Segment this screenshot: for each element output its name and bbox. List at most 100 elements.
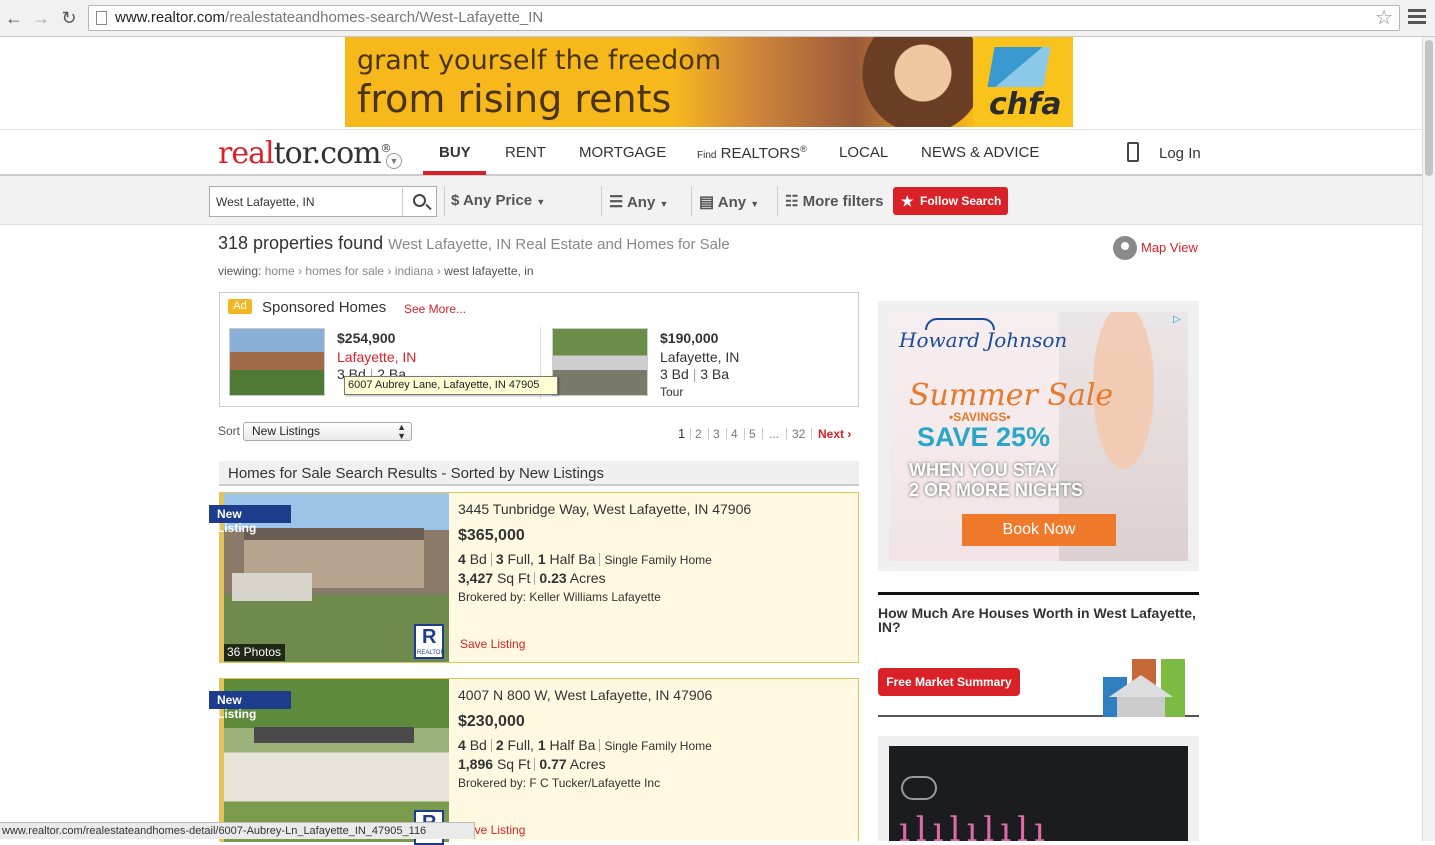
tour-label: Tour — [660, 385, 684, 399]
owl-icon — [901, 776, 937, 800]
browser-status-bar: www.realtor.com/realestateandhomes-detai… — [0, 822, 475, 839]
search-icon — [413, 194, 426, 207]
listing-size: 3,427 Sq Ft 0.23 Acres — [458, 570, 606, 586]
price-filter[interactable]: $ Any Price ▼ — [451, 192, 545, 209]
address-bar[interactable]: www.realtor.com/realestateandhomes-searc… — [88, 5, 1400, 31]
new-listing-badge: New Listing — [209, 505, 291, 535]
map-pin-icon — [1113, 236, 1137, 260]
sort-select[interactable]: New Listings ▲ ▼ — [243, 422, 412, 441]
scroll-thumb[interactable] — [1425, 40, 1433, 176]
page-ellipsis: ... — [769, 427, 780, 441]
reload-icon[interactable]: ↻ — [59, 8, 79, 28]
ad-save: SAVE 25% — [917, 422, 1051, 452]
nav-mortgage[interactable]: MORTGAGE — [579, 144, 666, 161]
nav-local[interactable]: LOCAL — [839, 144, 888, 161]
adchoices-icon[interactable]: ▷ — [1173, 314, 1186, 327]
more-filters-button[interactable]: ☷ More filters — [785, 192, 883, 210]
page-1[interactable]: 1 — [678, 426, 685, 441]
search-button[interactable] — [402, 186, 437, 217]
sponsored-price-1[interactable]: $254,900 — [337, 330, 395, 346]
sponsored-location-1[interactable]: Lafayette, IN — [337, 349, 416, 365]
mobile-phone-icon[interactable] — [1127, 142, 1139, 162]
page-32[interactable]: 32 — [792, 427, 805, 441]
howard-johnson-logo: Howard Johnson — [899, 328, 1068, 352]
listing-price[interactable]: $365,000 — [458, 527, 525, 545]
page-2[interactable]: 2 — [695, 427, 702, 441]
side-ad-bottom[interactable]: ılılılılı — [878, 736, 1199, 841]
realtor-logo[interactable]: realtor.com® — [218, 136, 392, 171]
results-list-header: Homes for Sale Search Results - Sorted b… — [219, 461, 859, 486]
breadcrumb-current: west lafayette, in — [444, 264, 534, 278]
select-arrows-icon: ▲ ▼ — [397, 422, 406, 441]
see-more-link[interactable]: See More... — [404, 302, 466, 316]
side-ad-howard-johnson[interactable]: Howard Johnson ▷ Summer Sale •SAVINGS• S… — [878, 301, 1199, 571]
nav-find-realtors[interactable]: Find REALTORS® — [697, 144, 807, 162]
star-icon: ★ — [901, 193, 914, 209]
page-scrollbar[interactable] — [1422, 37, 1435, 841]
chevron-down-icon[interactable]: ▼ — [386, 153, 402, 169]
ad-badge: Ad — [228, 299, 252, 314]
neon-graphic: ılılılılı — [899, 810, 1051, 841]
house-chart-icon — [1103, 657, 1187, 717]
ad-condition: WHEN YOU STAY 2 OR MORE NIGHTS — [909, 460, 1084, 500]
ad-photo — [845, 37, 975, 127]
sponsored-photo-2[interactable] — [552, 328, 648, 396]
site-header: realtor.com® ▼ BUY RENT MORTGAGE Find RE… — [0, 129, 1422, 176]
bookmark-star-icon[interactable]: ☆ — [1375, 6, 1393, 30]
home-value-title: How Much Are Houses Worth in West Lafaye… — [878, 605, 1196, 635]
breadcrumb-homes-for-sale[interactable]: homes for sale — [305, 264, 384, 278]
sponsored-title: Sponsored Homes — [262, 299, 387, 316]
home-value-widget: How Much Are Houses Worth in West Lafaye… — [878, 592, 1199, 717]
sponsored-photo-1[interactable] — [229, 328, 325, 396]
listing-card[interactable]: New Listing R 4007 N 800 W, West Lafayet… — [209, 678, 859, 845]
follow-search-button[interactable]: ★ Follow Search — [893, 187, 1008, 215]
url-host: www.realtor.com — [115, 9, 226, 26]
sponsored-price-2[interactable]: $190,000 — [660, 330, 718, 346]
sponsored-location-2[interactable]: Lafayette, IN — [660, 349, 739, 365]
nav-rent[interactable]: RENT — [505, 144, 546, 161]
save-listing-link[interactable]: Save Listing — [460, 637, 525, 651]
back-arrow-icon[interactable]: ← — [4, 8, 24, 28]
search-filter-bar: West Lafayette, IN $ Any Price ▼ ☰ Any ▼… — [0, 176, 1422, 225]
browser-toolbar: ← → ↻ www.realtor.com/realestateandhomes… — [0, 0, 1435, 37]
listing-card[interactable]: New Listing 36 Photos R REALTOR 3445 Tunb… — [209, 492, 859, 663]
photo-count[interactable]: 36 Photos — [224, 644, 285, 661]
free-market-summary-button[interactable]: Free Market Summary — [878, 668, 1020, 696]
next-page-link[interactable]: Next › — [818, 427, 851, 441]
nav-news-advice[interactable]: NEWS & ADVICE — [921, 144, 1039, 161]
beds-filter[interactable]: ☰ Any ▼ — [609, 192, 668, 212]
nav-buy[interactable]: BUY — [439, 144, 471, 161]
sponsored-specs-2: 3 Bd | 3 Ba — [660, 366, 730, 382]
page-icon — [96, 11, 107, 25]
url-path: /realestateandhomes-search/West-Lafayett… — [225, 9, 544, 26]
bed-icon: ☰ — [609, 194, 624, 211]
book-now-button[interactable]: Book Now — [962, 514, 1116, 546]
ad-headline-2: from rising rents — [357, 77, 672, 121]
ad-headline-1: grant yourself the freedom — [357, 45, 722, 76]
listing-price[interactable]: $230,000 — [458, 713, 525, 731]
new-listing-badge: New Listing — [209, 691, 291, 721]
ad-headline: Summer Sale — [909, 378, 1114, 413]
breadcrumb-indiana[interactable]: indiana — [395, 264, 434, 278]
nav-active-indicator — [423, 171, 486, 175]
listing-beds-baths: 4 Bd 2 Full, 1 Half Ba Single Family Home — [458, 737, 712, 753]
sliders-icon: ☷ — [785, 193, 799, 210]
listing-address[interactable]: 3445 Tunbridge Way, West Lafayette, IN 4… — [458, 501, 751, 517]
page-3[interactable]: 3 — [713, 427, 720, 441]
realtor-r-icon: R REALTOR — [414, 624, 445, 659]
sort-label: Sort — [218, 424, 241, 438]
listing-address[interactable]: 4007 N 800 W, West Lafayette, IN 47906 — [458, 687, 712, 703]
listing-beds-baths: 4 Bd 3 Full, 1 Half Ba Single Family Home — [458, 551, 712, 567]
browser-menu-icon[interactable] — [1408, 9, 1426, 27]
top-banner-ad[interactable]: grant yourself the freedom from rising r… — [345, 37, 1073, 127]
page-4[interactable]: 4 — [731, 427, 738, 441]
bath-icon: ▤ — [699, 194, 715, 211]
baths-filter[interactable]: ▤ Any ▼ — [699, 192, 759, 212]
listing-broker: Brokered by: Keller Williams Lafayette — [458, 590, 661, 604]
listing-size: 1,896 Sq Ft 0.77 Acres — [458, 756, 606, 772]
breadcrumb-home[interactable]: home — [265, 264, 295, 278]
chfa-logo: chfa — [973, 37, 1073, 127]
login-link[interactable]: Log In — [1159, 145, 1201, 162]
page-5[interactable]: 5 — [749, 427, 756, 441]
forward-arrow-icon[interactable]: → — [31, 8, 51, 28]
